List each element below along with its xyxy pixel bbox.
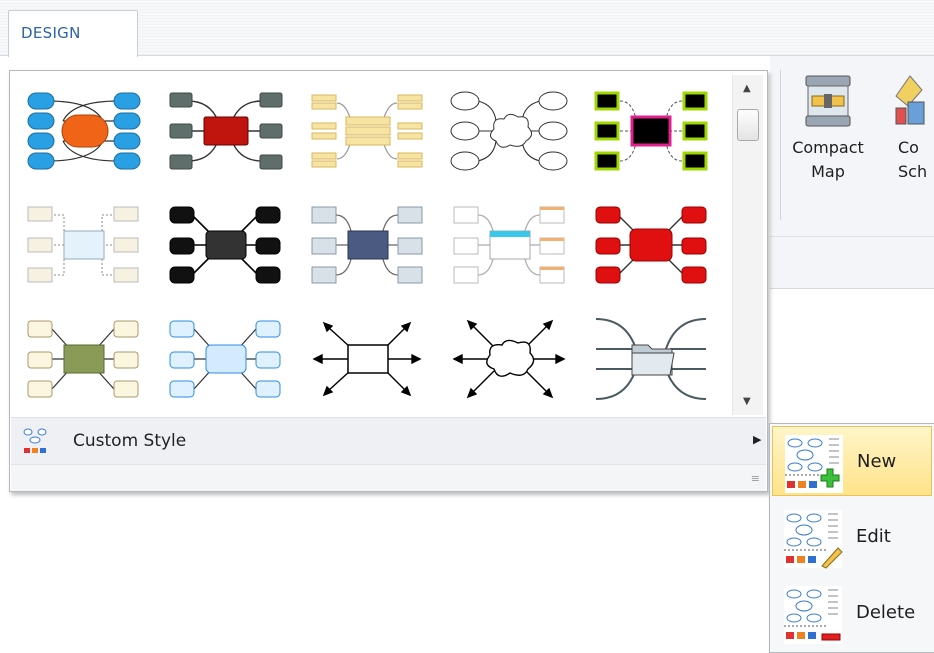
gallery-footer: ≡	[11, 464, 766, 491]
style-box-arrows[interactable]	[302, 309, 432, 409]
tab-design-label: DESIGN	[21, 24, 81, 42]
edit-style-icon	[784, 510, 843, 569]
style-folder[interactable]	[586, 309, 716, 409]
color-scheme-label-2: Sch	[898, 162, 928, 181]
compact-map-icon	[805, 75, 851, 127]
style-navy-gray[interactable]	[302, 195, 432, 295]
style-red-gray[interactable]	[160, 81, 290, 181]
menu-item-new[interactable]: New	[772, 426, 932, 496]
menu-item-new-label: New	[857, 451, 897, 472]
ribbon-panel: Compact Map Co Sch	[770, 56, 934, 289]
tab-design[interactable]: DESIGN	[8, 10, 138, 57]
menu-item-edit-label: Edit	[856, 526, 891, 547]
ribbon-group-divider	[770, 236, 934, 237]
custom-style-icon	[23, 428, 47, 453]
color-scheme-label-1: Co	[898, 138, 919, 157]
submenu-arrow-icon: ▶	[753, 433, 762, 446]
scroll-up-icon[interactable]: ▲	[743, 83, 751, 94]
scrollbar-thumb[interactable]	[737, 109, 759, 141]
custom-style-submenu: New Edit Delete	[769, 423, 934, 653]
menu-item-delete[interactable]: Delete	[772, 578, 932, 648]
custom-style-menu-item[interactable]: Custom Style ▶	[11, 417, 766, 464]
style-black[interactable]	[160, 195, 290, 295]
custom-style-label: Custom Style	[73, 431, 187, 451]
delete-style-icon	[784, 586, 842, 644]
menu-item-delete-label: Delete	[856, 602, 916, 623]
new-style-icon	[785, 435, 843, 493]
style-light-dotted[interactable]	[18, 195, 148, 295]
color-scheme-button[interactable]: Co Sch	[878, 72, 934, 184]
compact-map-label-2: Map	[811, 162, 845, 181]
ribbon-tab-strip: DESIGN	[0, 0, 934, 57]
compact-map-label-1: Compact	[792, 138, 864, 157]
gallery-scrollbar[interactable]: ▲ ▼	[732, 75, 763, 415]
style-orange-blue[interactable]	[18, 81, 148, 181]
compact-map-button[interactable]: Compact Map	[788, 72, 868, 184]
scroll-down-icon[interactable]: ▼	[743, 396, 751, 407]
style-cloud-arrows[interactable]	[444, 309, 574, 409]
style-cloud-ovals[interactable]	[444, 81, 574, 181]
style-red[interactable]	[586, 195, 716, 295]
style-olive-cream[interactable]	[18, 309, 148, 409]
style-yellow-lines[interactable]	[302, 81, 432, 181]
style-light-blue[interactable]	[160, 309, 290, 409]
style-grid	[14, 73, 729, 415]
ribbon-separator	[780, 70, 781, 220]
style-cyan-orange[interactable]	[444, 195, 574, 295]
map-style-gallery: ▲ ▼ Custom Style ▶ ≡	[9, 70, 768, 492]
style-black-green[interactable]	[586, 81, 716, 181]
color-scheme-icon	[895, 75, 925, 125]
resize-grip-icon[interactable]: ≡	[751, 472, 760, 485]
menu-item-edit[interactable]: Edit	[772, 502, 932, 572]
